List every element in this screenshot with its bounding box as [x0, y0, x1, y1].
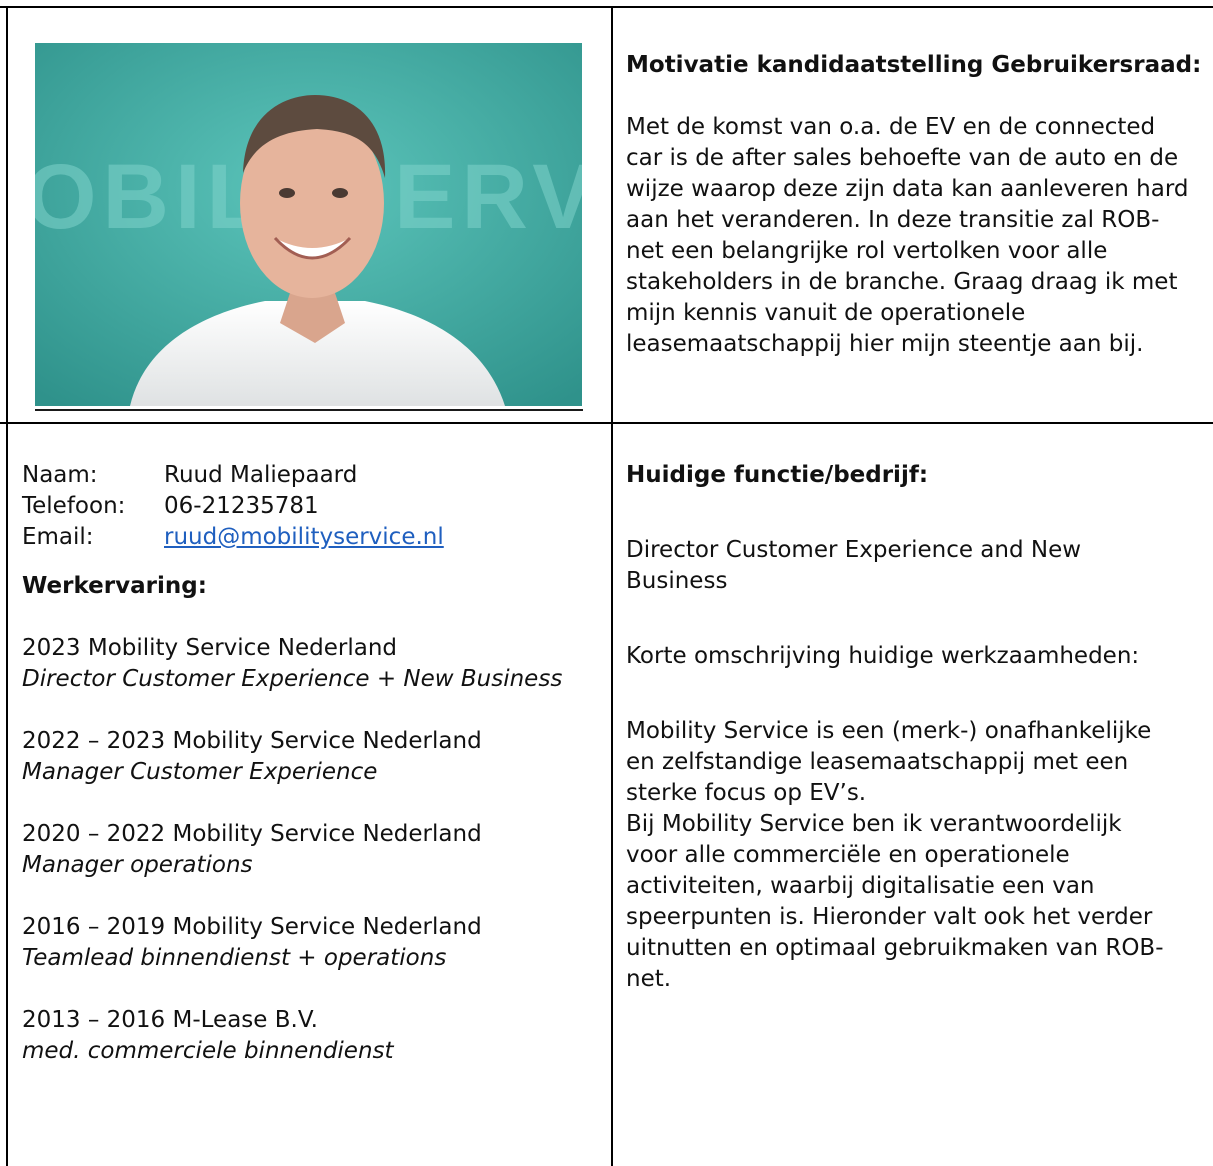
- description-title: Korte omschrijving huidige werkzaamheden…: [626, 643, 1140, 669]
- email-label: Email:: [22, 524, 94, 550]
- description-line: sterke focus op EV’s.: [626, 780, 867, 806]
- experience-role: Manager Customer Experience: [22, 759, 378, 785]
- motivation-line: net een belangrijke rol vertolken voor a…: [626, 238, 1108, 264]
- table-column-divider: [611, 6, 613, 1166]
- description-line: speerpunten is. Hieronder valt ook het v…: [626, 904, 1153, 930]
- motivation-line: car is de after sales behoefte van de au…: [626, 145, 1179, 171]
- phone-value: 06-21235781: [164, 493, 319, 519]
- experience-period: 2016 – 2019 Mobility Service Nederland: [22, 914, 482, 940]
- experience-role: Manager operations: [22, 852, 253, 878]
- description-line: Bij Mobility Service ben ik verantwoorde…: [626, 811, 1122, 837]
- description-line: activiteiten, waarbij digitalisatie een …: [626, 873, 1095, 899]
- table-top-border: [0, 6, 1213, 8]
- current-role-line: Business: [626, 568, 728, 594]
- motivation-line: mijn kennis vanuit de operationele: [626, 300, 1026, 326]
- motivation-title: Motivatie kandidaatstelling Gebruikersra…: [626, 52, 1202, 78]
- phone-label: Telefoon:: [22, 493, 126, 519]
- table-row-divider: [0, 422, 1213, 424]
- portrait-image: OBILIT ERV: [35, 43, 582, 406]
- description-line: voor alle commerciële en operationele: [626, 842, 1070, 868]
- motivation-line: leasemaatschappij hier mijn steentje aan…: [626, 331, 1144, 357]
- contact-cell: Naam: Ruud Maliepaard Telefoon: 06-21235…: [22, 460, 602, 1067]
- description-line: Mobility Service is een (merk-) onafhank…: [626, 718, 1152, 744]
- motivation-cell: Motivatie kandidaatstelling Gebruikersra…: [626, 50, 1206, 360]
- current-function-cell: Huidige functie/bedrijf: Director Custom…: [626, 460, 1206, 995]
- experience-period: 2013 – 2016 M-Lease B.V.: [22, 1007, 318, 1033]
- email-link[interactable]: ruud@mobilityservice.nl: [164, 522, 444, 553]
- motivation-line: aan het veranderen. In deze transitie za…: [626, 207, 1160, 233]
- description-line: net.: [626, 966, 672, 992]
- name-row: Naam: Ruud Maliepaard: [22, 460, 602, 491]
- experience-period: 2020 – 2022 Mobility Service Nederland: [22, 821, 482, 847]
- motivation-line: stakeholders in de branche. Graag draag …: [626, 269, 1178, 295]
- candidate-photo: OBILIT ERV: [35, 43, 582, 406]
- current-role-line: Director Customer Experience and New: [626, 537, 1082, 563]
- experience-period: 2023 Mobility Service Nederland: [22, 635, 398, 661]
- photo-underline: [35, 409, 583, 411]
- experience-role: med. commerciele binnendienst: [22, 1038, 394, 1064]
- current-function-title: Huidige functie/bedrijf:: [626, 462, 929, 488]
- motivation-line: Met de komst van o.a. de EV en de connec…: [626, 114, 1156, 140]
- motivation-line: wijze waarop deze zijn data kan aanlever…: [626, 176, 1189, 202]
- table-left-border: [6, 6, 8, 1166]
- experience-role: Director Customer Experience + New Busin…: [22, 666, 563, 692]
- description-line: uitnutten en optimaal gebruikmaken van R…: [626, 935, 1164, 961]
- phone-row: Telefoon: 06-21235781: [22, 491, 602, 522]
- name-value: Ruud Maliepaard: [164, 462, 358, 488]
- email-row: Email: ruud@mobilityservice.nl: [22, 522, 602, 553]
- description-line: en zelfstandige leasemaatschappij met ee…: [626, 749, 1129, 775]
- name-label: Naam:: [22, 462, 98, 488]
- experience-title: Werkervaring:: [22, 573, 207, 599]
- experience-period: 2022 – 2023 Mobility Service Nederland: [22, 728, 482, 754]
- experience-role: Teamlead binnendienst + operations: [22, 945, 447, 971]
